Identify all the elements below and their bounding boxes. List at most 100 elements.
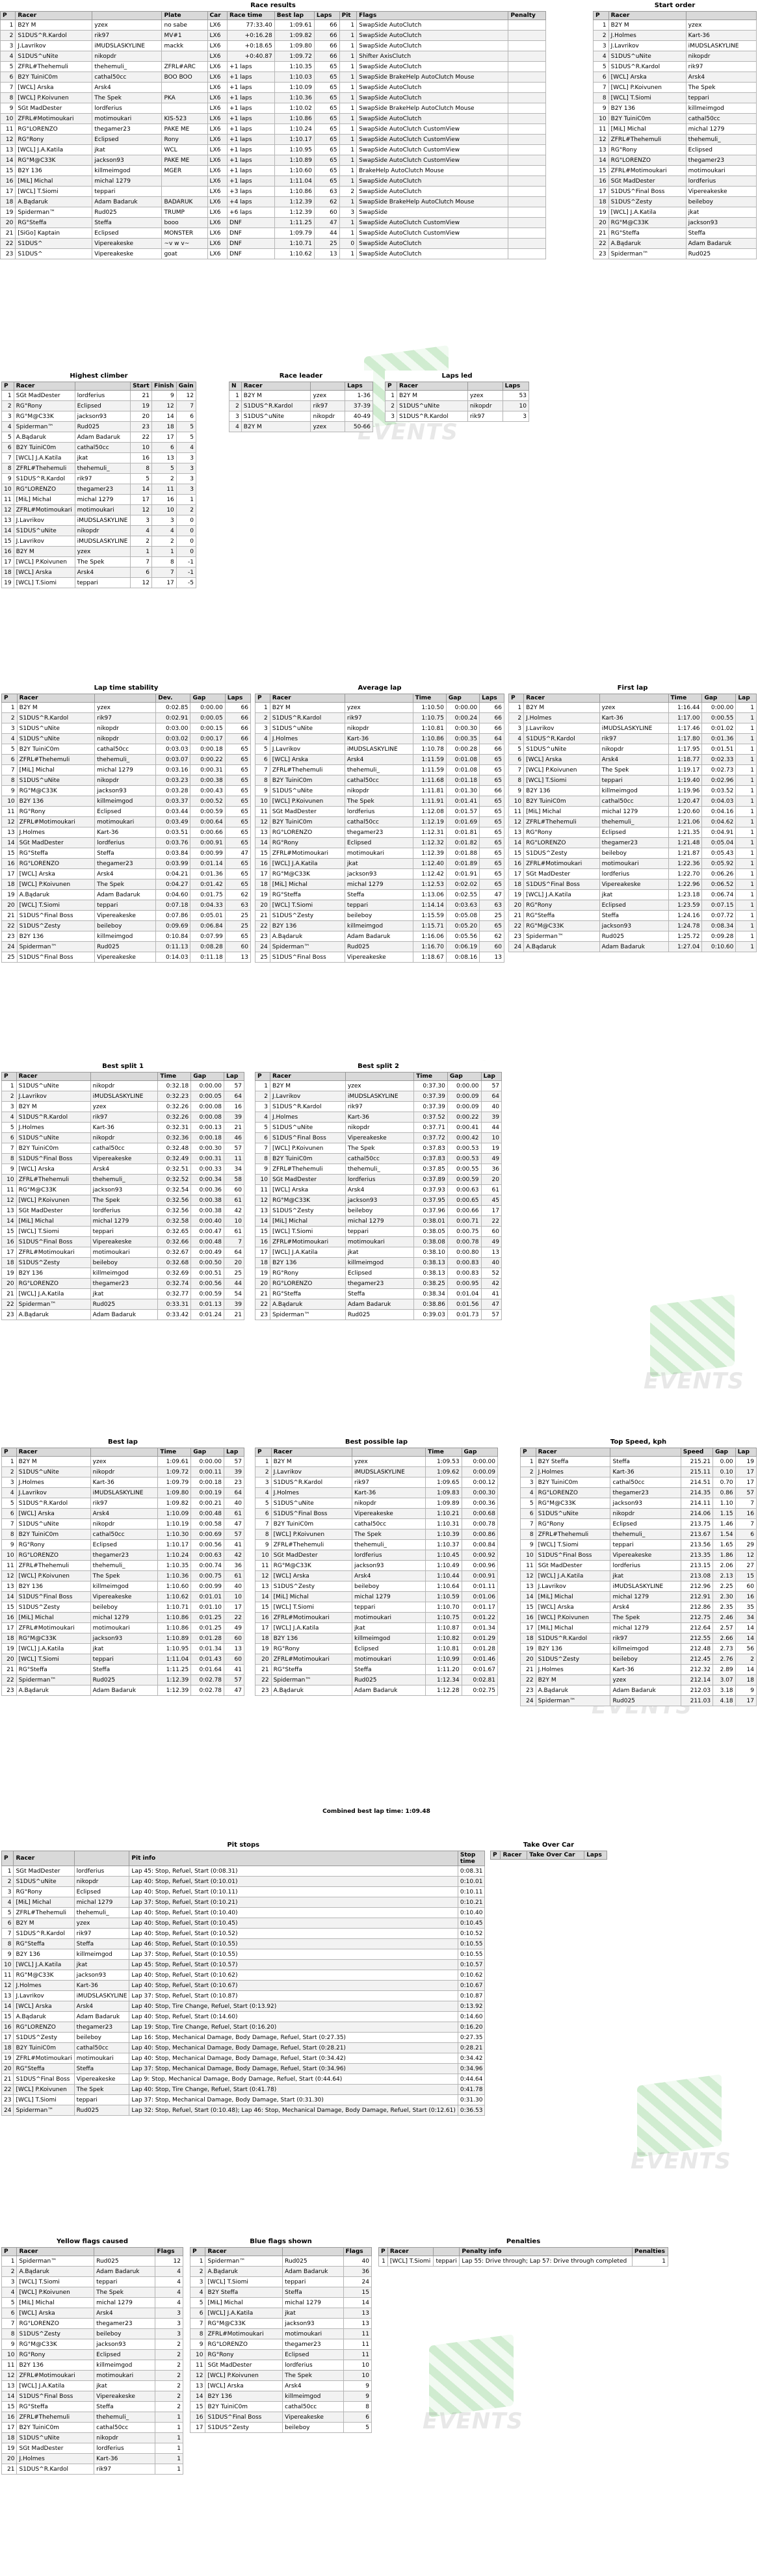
column-header[interactable]: Racer [13, 1851, 75, 1866]
column-header[interactable]: Gap [447, 1072, 482, 1081]
table-cell[interactable]: nikopdr [90, 1080, 159, 1091]
table-cell[interactable]: jkat [610, 1570, 681, 1581]
table-cell[interactable]: Adam Badaruk [90, 1685, 159, 1696]
table-cell[interactable]: thehemuli_ [94, 754, 157, 765]
column-header[interactable]: Gap [701, 694, 737, 703]
table-cell[interactable]: lordferius [282, 2360, 344, 2371]
column-header[interactable]: Lap [735, 694, 757, 703]
table-cell[interactable]: michal 1279 [90, 1612, 159, 1623]
table-cell[interactable]: yzex [90, 1101, 159, 1112]
table-cell[interactable]: Adam Badaruk [90, 1309, 159, 1320]
table-cell[interactable]: beileboy [599, 848, 669, 859]
column-header[interactable]: P [1, 1851, 14, 1866]
table-cell[interactable]: cathal50cc [74, 442, 131, 453]
column-header[interactable]: P [593, 11, 609, 20]
column-header[interactable]: Lap [480, 1072, 503, 1081]
table-cell[interactable]: michal 1279 [344, 879, 413, 890]
table-cell[interactable]: michal 1279 [345, 1216, 415, 1227]
table-cell[interactable]: jkat [351, 1622, 426, 1633]
table-cell[interactable]: cathal50cc [94, 2422, 155, 2433]
table-cell[interactable]: motimoukari [685, 165, 757, 176]
table-cell[interactable]: Vipereakeske [344, 952, 413, 963]
table-cell[interactable]: jkat [73, 1959, 130, 1970]
table-cell[interactable]: motimoukari [345, 1236, 415, 1247]
column-header[interactable] [74, 382, 131, 391]
table-cell[interactable]: yzex [92, 20, 163, 31]
column-header[interactable]: Time [157, 1448, 192, 1457]
table-cell[interactable]: michal 1279 [351, 1591, 426, 1602]
table-cell[interactable]: yzex [351, 1456, 426, 1467]
table-cell[interactable]: The Spek [90, 1570, 159, 1581]
column-header[interactable]: Pit info [129, 1851, 458, 1866]
table-cell[interactable]: teppari [90, 1226, 159, 1237]
column-header[interactable]: Laps [479, 694, 504, 703]
table-cell[interactable]: lordferius [599, 868, 669, 879]
table-cell[interactable]: Kart-36 [90, 1477, 159, 1488]
table-cell[interactable]: rik97 [92, 30, 163, 41]
table-cell[interactable]: Adam Badaruk [74, 432, 131, 443]
table-cell[interactable]: Steffa [685, 228, 757, 239]
table-cell[interactable]: Rud025 [599, 931, 669, 942]
table-cell[interactable]: killmeimgod [344, 920, 413, 931]
table-cell[interactable]: nikopdr [467, 400, 503, 411]
table-cell[interactable]: michal 1279 [73, 1897, 130, 1908]
table-cell[interactable]: nikopdr [92, 51, 163, 62]
column-header[interactable]: Flags [356, 11, 509, 20]
column-header[interactable]: Time [668, 694, 703, 703]
table-cell[interactable]: Kart-36 [610, 1466, 681, 1477]
column-header[interactable]: Racer [13, 382, 75, 391]
table-cell[interactable]: Rud025 [685, 248, 757, 259]
table-cell[interactable]: iMUDSLASKYLINE [90, 1487, 159, 1498]
table-cell[interactable]: Eclipsed [282, 2349, 344, 2360]
table-cell[interactable]: Eclipsed [685, 144, 757, 155]
table-cell[interactable]: teppari [92, 186, 163, 197]
table-cell[interactable]: Arsk4 [685, 72, 757, 83]
table-cell[interactable]: michal 1279 [94, 764, 157, 775]
table-cell[interactable]: iMUDSLASKYLINE [685, 40, 757, 51]
column-header[interactable]: Gap [712, 1448, 736, 1457]
table-cell[interactable]: lordferius [90, 1205, 159, 1216]
table-cell[interactable]: The Spek [74, 556, 131, 567]
table-cell[interactable]: jackson93 [351, 1560, 426, 1571]
table-cell[interactable]: Arsk4 [94, 2308, 155, 2319]
column-header[interactable]: Laps [345, 382, 373, 391]
column-header[interactable]: Laps [224, 694, 252, 703]
table-cell[interactable]: Vipereakeske [94, 2391, 155, 2402]
column-header[interactable]: Racer [16, 1072, 91, 1081]
table-cell[interactable]: motimoukari [351, 1654, 426, 1665]
table-cell[interactable]: jkat [92, 144, 163, 155]
table-cell[interactable]: beileboy [73, 2032, 130, 2043]
column-header[interactable]: Lap [735, 1448, 757, 1457]
column-header[interactable]: Gap [190, 1448, 225, 1457]
table-cell[interactable]: thehemuli_ [74, 463, 131, 474]
table-cell[interactable]: Adam Badaruk [599, 941, 669, 952]
table-cell[interactable]: Steffa [73, 1938, 130, 1949]
column-header[interactable]: Gap [445, 694, 480, 703]
table-cell[interactable]: lordferius [94, 837, 157, 848]
table-cell[interactable]: Adam Badaruk [344, 931, 413, 942]
column-header[interactable]: Laps [313, 11, 340, 20]
table-cell[interactable]: Vipereakeske [92, 238, 163, 249]
table-cell[interactable]: iMUDSLASKYLINE [351, 1466, 426, 1477]
table-cell[interactable]: nikopdr [94, 775, 157, 786]
table-cell[interactable]: Arsk4 [73, 2001, 130, 2012]
column-header[interactable]: Race time [227, 11, 275, 20]
column-header[interactable]: P [520, 1448, 536, 1457]
table-cell[interactable]: Arsk4 [610, 1602, 681, 1613]
table-cell[interactable]: teppari [685, 92, 757, 103]
table-cell[interactable]: thehemuli_ [94, 2412, 155, 2423]
table-cell[interactable]: Eclipsed [610, 1518, 681, 1529]
table-cell[interactable]: killmeimgod [90, 1268, 159, 1279]
table-cell[interactable]: killmeimgod [351, 1633, 426, 1644]
table-cell[interactable]: Arsk4 [74, 567, 131, 578]
table-cell[interactable]: michal 1279 [90, 1216, 159, 1227]
column-header[interactable]: Best lap [274, 11, 315, 20]
table-cell[interactable]: Arsk4 [90, 1164, 159, 1175]
table-cell[interactable]: jkat [90, 1288, 159, 1299]
table-cell[interactable]: Eclipsed [94, 2349, 155, 2360]
column-header[interactable]: Racer [270, 1448, 353, 1457]
table-cell[interactable]: killmeimgod [90, 1581, 159, 1592]
table-cell[interactable]: thegamer23 [90, 1550, 159, 1561]
table-cell[interactable]: Adam Badaruk [345, 1299, 415, 1310]
table-cell[interactable]: nikopdr [351, 1498, 426, 1509]
